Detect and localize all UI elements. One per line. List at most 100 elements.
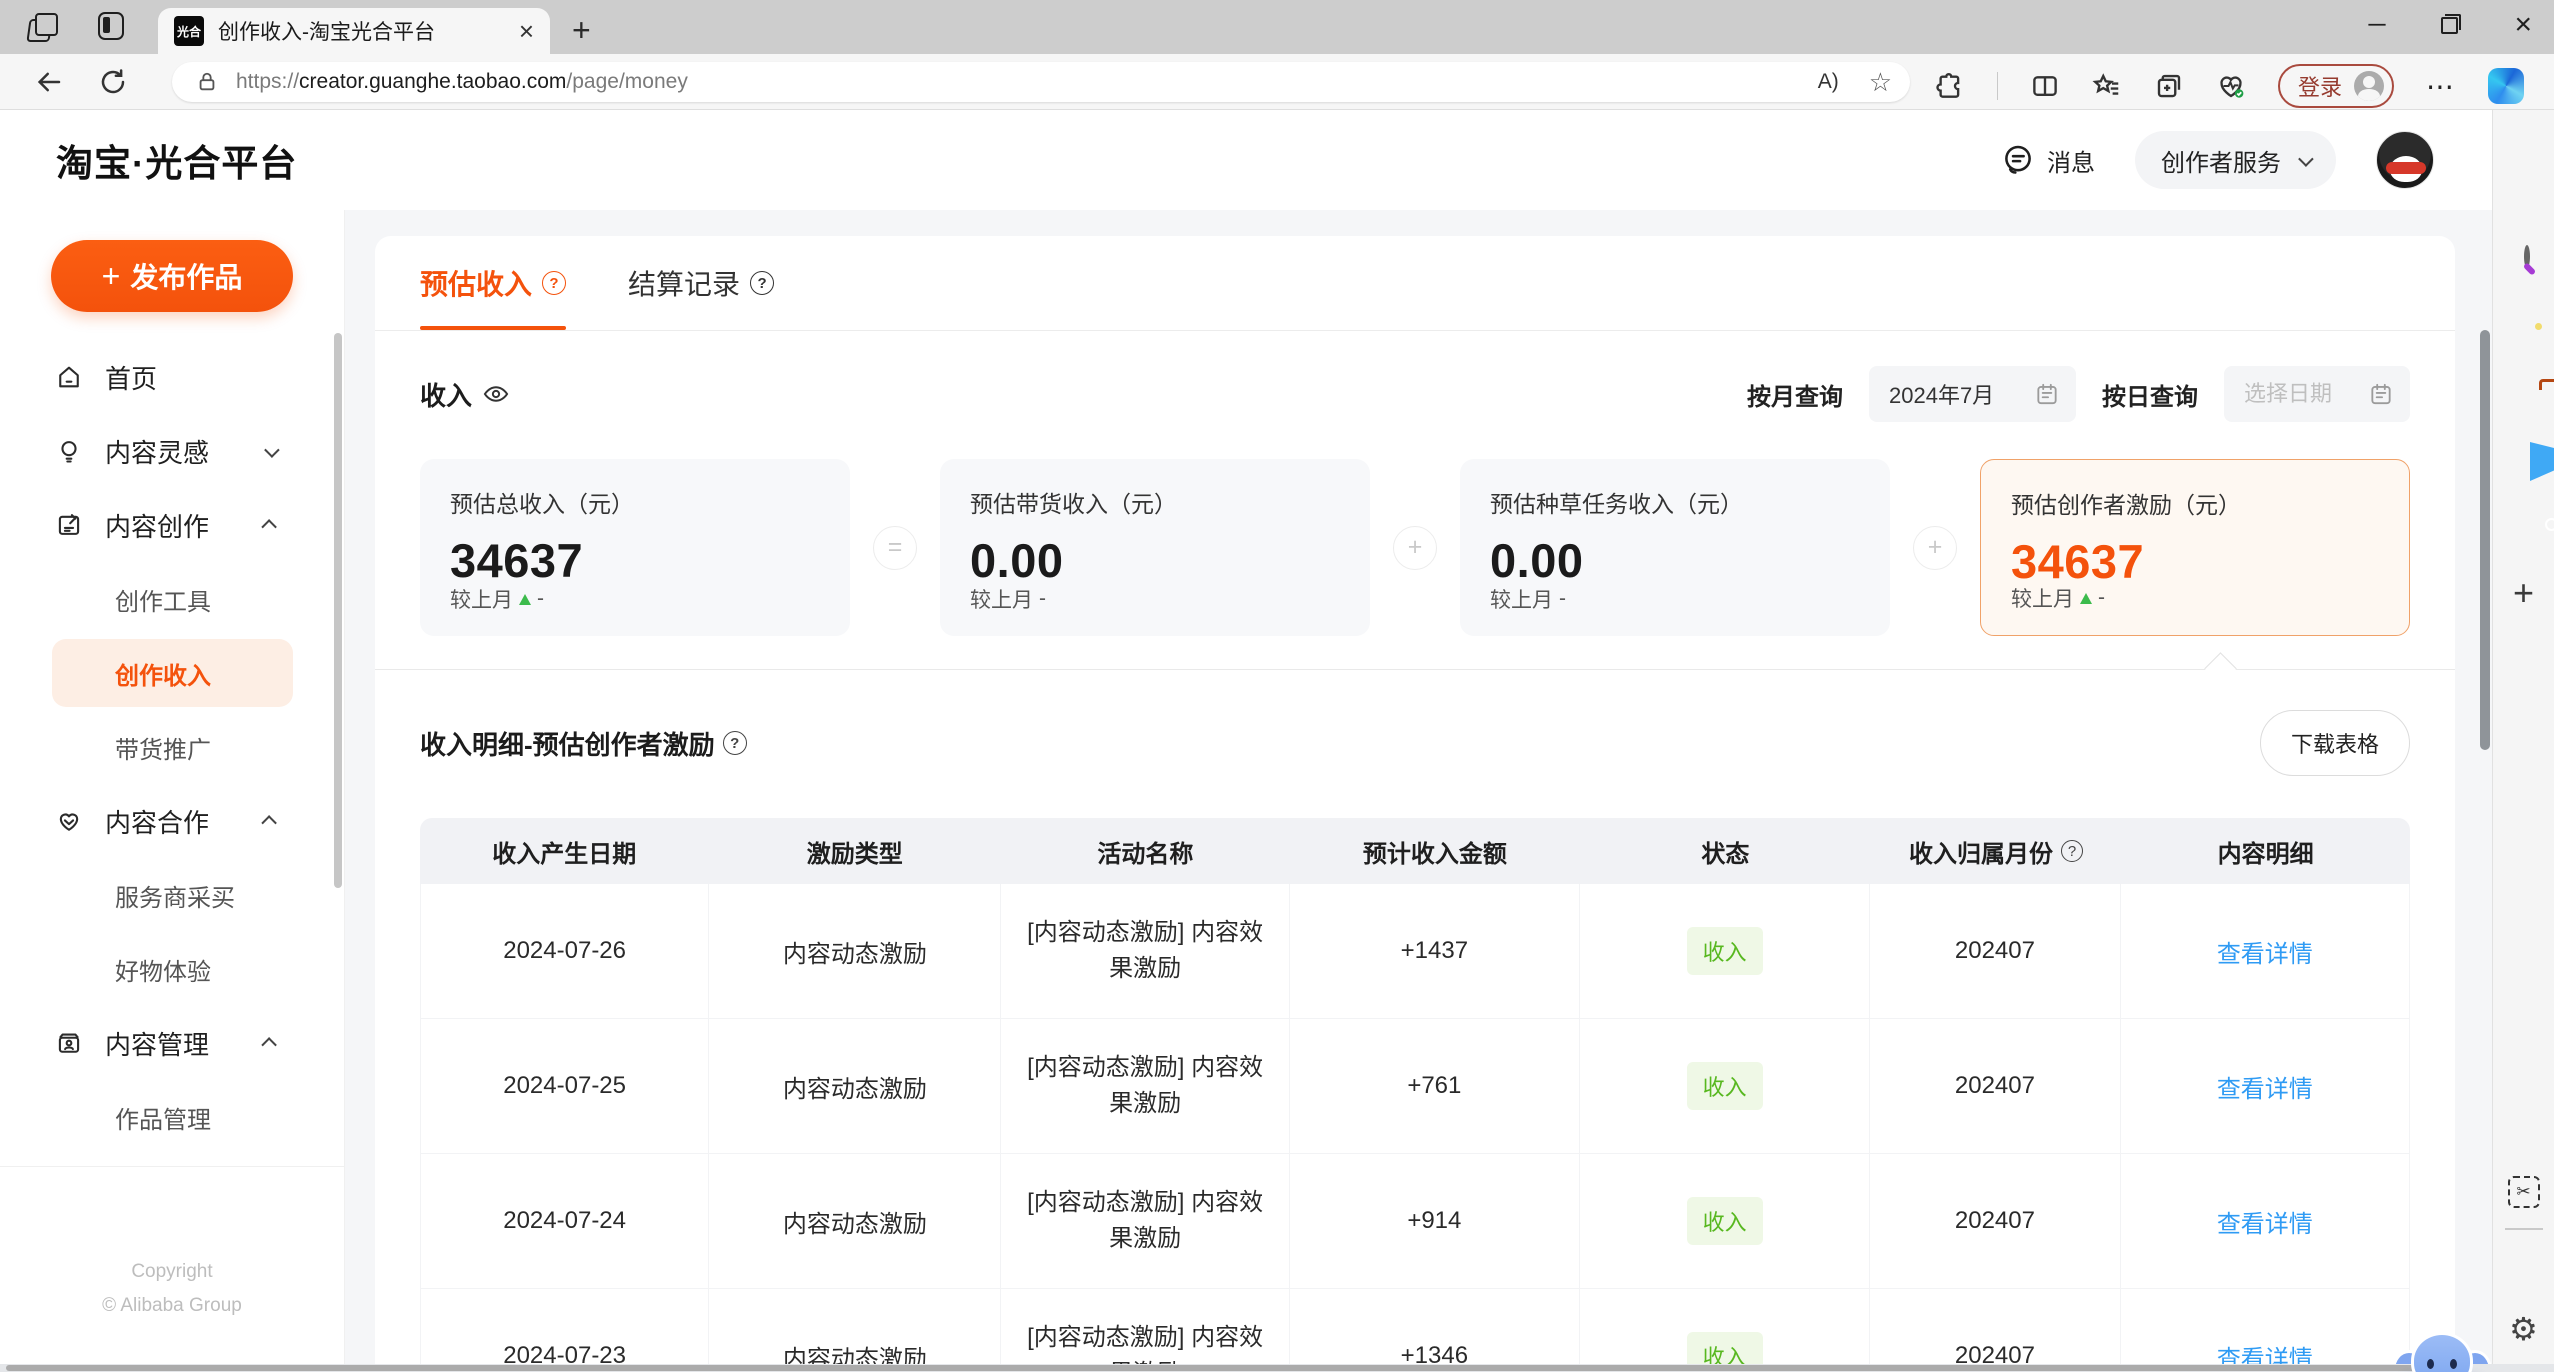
- stat-compare: 较上月 -: [1490, 587, 1566, 612]
- cell-activity-name: [内容动态激励] 内容效果激励: [1001, 1289, 1290, 1372]
- eye-icon[interactable]: [482, 380, 510, 408]
- sidebar-item-creation-tools[interactable]: 创作工具: [52, 574, 293, 624]
- month-picker[interactable]: 2024年7月: [1869, 366, 2076, 422]
- sidebar-item-service-purchase[interactable]: 服务商采买: [52, 870, 293, 920]
- login-button[interactable]: 登录: [2278, 64, 2395, 108]
- send-icon[interactable]: [2529, 442, 2554, 481]
- sidebar-item-label: 好物体验: [115, 958, 211, 986]
- sidebar-item-inspiration[interactable]: 内容灵感: [0, 426, 344, 476]
- income-detail-table: 收入产生日期 激励类型 活动名称 预计收入金额 状态 收入归属月份? 内容明细 …: [420, 818, 2410, 1372]
- settings-gear-icon[interactable]: ⚙: [2509, 1310, 2538, 1348]
- view-details-link[interactable]: 查看详情: [2217, 1204, 2313, 1239]
- day-picker[interactable]: [2224, 366, 2410, 422]
- stat-value: 34637: [450, 534, 584, 587]
- add-sidebar-item-icon[interactable]: +: [2513, 572, 2534, 614]
- split-screen-icon[interactable]: [2030, 71, 2060, 101]
- collections-icon[interactable]: [2154, 71, 2184, 101]
- sidebar-item-label: 带货推广: [115, 736, 211, 764]
- sidebar-item-works-management[interactable]: 作品管理: [52, 1092, 293, 1142]
- stat-label: 预估创作者激励（元）: [2011, 492, 2241, 518]
- edge-sidebar: + ✂ ⚙: [2492, 110, 2554, 1372]
- plus-icon: +: [1393, 525, 1437, 570]
- favorite-star-icon[interactable]: ☆: [1869, 67, 1892, 98]
- minimize-button[interactable]: ─: [2368, 11, 2385, 39]
- plus-icon: +: [101, 257, 121, 294]
- refresh-icon[interactable]: [98, 67, 128, 97]
- cell-incentive-type: 内容动态激励: [709, 1289, 1002, 1372]
- edit-note-icon: [55, 511, 83, 539]
- restore-button[interactable]: [2441, 13, 2462, 34]
- sidebar-item-label: 内容创作: [105, 511, 210, 542]
- month-query-label: 按月查询: [1747, 383, 1843, 411]
- calendar-icon: [2368, 381, 2394, 407]
- tab-estimated-income[interactable]: 预估收入 ?: [420, 236, 567, 330]
- cell-income-month: 202407: [1870, 1289, 2121, 1372]
- cell-estimated-amount: +1346: [1290, 1289, 1580, 1372]
- browser-essentials-icon[interactable]: [2216, 71, 2246, 101]
- tab-close-icon[interactable]: ×: [519, 18, 534, 44]
- extensions-icon[interactable]: [1935, 71, 1965, 101]
- cell-status: 收入: [1580, 1289, 1871, 1372]
- window-close-button[interactable]: ×: [2514, 8, 2532, 42]
- more-menu-icon[interactable]: ⋯: [2426, 70, 2456, 103]
- horizontal-scrollbar[interactable]: [0, 1364, 2554, 1372]
- elephant-mascot-icon: [2411, 1332, 2473, 1372]
- question-icon[interactable]: ?: [2061, 840, 2084, 862]
- read-aloud-icon[interactable]: A): [1818, 70, 1839, 94]
- browser-tab[interactable]: 光合 创作收入-淘宝光合平台 ×: [158, 8, 550, 54]
- search-icon[interactable]: [2523, 245, 2530, 268]
- user-avatar[interactable]: [2376, 131, 2434, 189]
- chevron-down-icon: [264, 441, 280, 458]
- table-header: 收入产生日期 激励类型 活动名称 预计收入金额 状态 收入归属月份? 内容明细: [420, 818, 2410, 884]
- address-bar[interactable]: https://creator.guanghe.taobao.com/page/…: [172, 62, 1910, 102]
- page-scrollbar-thumb[interactable]: [2480, 330, 2490, 750]
- stat-card-creator-incentive[interactable]: 预估创作者激励（元） 34637 较上月 -: [1980, 459, 2410, 636]
- cell-content-detail: 查看详情: [2121, 1289, 2409, 1372]
- stat-value: 0.00: [970, 534, 1064, 587]
- stat-label: 预估带货收入（元）: [970, 491, 1177, 517]
- screenshot-icon[interactable]: ✂: [2507, 1176, 2540, 1208]
- view-details-link[interactable]: 查看详情: [2217, 934, 2313, 969]
- publish-work-button[interactable]: + 发布作品: [51, 240, 293, 312]
- sidebar-item-promotion[interactable]: 带货推广: [52, 722, 293, 772]
- sidebar-item-creation-income[interactable]: 创作收入: [52, 639, 293, 707]
- cell-income-date: 2024-07-25: [421, 1019, 710, 1153]
- site-header: 淘宝·光合平台 消息 创作者服务: [0, 110, 2554, 210]
- cell-content-detail: 查看详情: [2121, 1019, 2409, 1153]
- tab-settlement-records[interactable]: 结算记录 ?: [628, 236, 775, 330]
- back-icon[interactable]: [34, 67, 64, 97]
- sidebar-item-creation[interactable]: 内容创作: [0, 500, 344, 550]
- view-details-link[interactable]: 查看详情: [2217, 1069, 2313, 1104]
- plus-icon: +: [1913, 525, 1957, 570]
- copilot-icon[interactable]: [2488, 68, 2525, 104]
- sidebar-item-cooperation[interactable]: 内容合作: [0, 796, 344, 846]
- table-header-cell: 状态: [1701, 840, 1750, 868]
- site-favicon: 光合: [174, 16, 204, 46]
- stat-compare: 较上月 -: [450, 587, 544, 612]
- sidebar-item-home[interactable]: 首页: [0, 352, 344, 402]
- day-picker-input[interactable]: [2244, 381, 2354, 407]
- home-icon: [55, 363, 83, 391]
- horizontal-scrollbar-thumb[interactable]: [6, 1365, 2468, 1371]
- table-header-cell: 收入归属月份?: [1871, 818, 2122, 884]
- sidebar-item-content-management[interactable]: 内容管理: [0, 1018, 344, 1068]
- cell-content-detail: 查看详情: [2121, 884, 2409, 1018]
- question-icon[interactable]: ?: [722, 731, 747, 755]
- stat-label: 预估总收入（元）: [450, 491, 634, 517]
- publish-work-label: 发布作品: [130, 262, 243, 293]
- question-icon[interactable]: ?: [750, 271, 775, 295]
- tab-actions-icon[interactable]: [28, 12, 58, 40]
- download-table-button[interactable]: 下载表格: [2259, 710, 2410, 776]
- question-icon[interactable]: ?: [542, 271, 567, 295]
- favorites-icon[interactable]: [2092, 71, 2122, 101]
- messages-button[interactable]: 消息: [2001, 143, 2095, 178]
- creator-service-menu[interactable]: 创作者服务: [2135, 131, 2336, 189]
- page-scrollbar[interactable]: [2478, 210, 2492, 1372]
- sidebar-item-product-trial[interactable]: 好物体验: [52, 944, 293, 994]
- sidebar-scrollbar[interactable]: [334, 333, 342, 888]
- new-tab-button[interactable]: +: [572, 12, 591, 49]
- browser-toolbar: https://creator.guanghe.taobao.com/page/…: [0, 54, 2554, 110]
- web-page: 淘宝·光合平台 消息 创作者服务 + 发布作品 首页 内容灵感 内容创作 创作工…: [0, 110, 2554, 1372]
- workspaces-icon[interactable]: [98, 12, 124, 40]
- site-logo[interactable]: 淘宝·光合平台: [56, 133, 297, 187]
